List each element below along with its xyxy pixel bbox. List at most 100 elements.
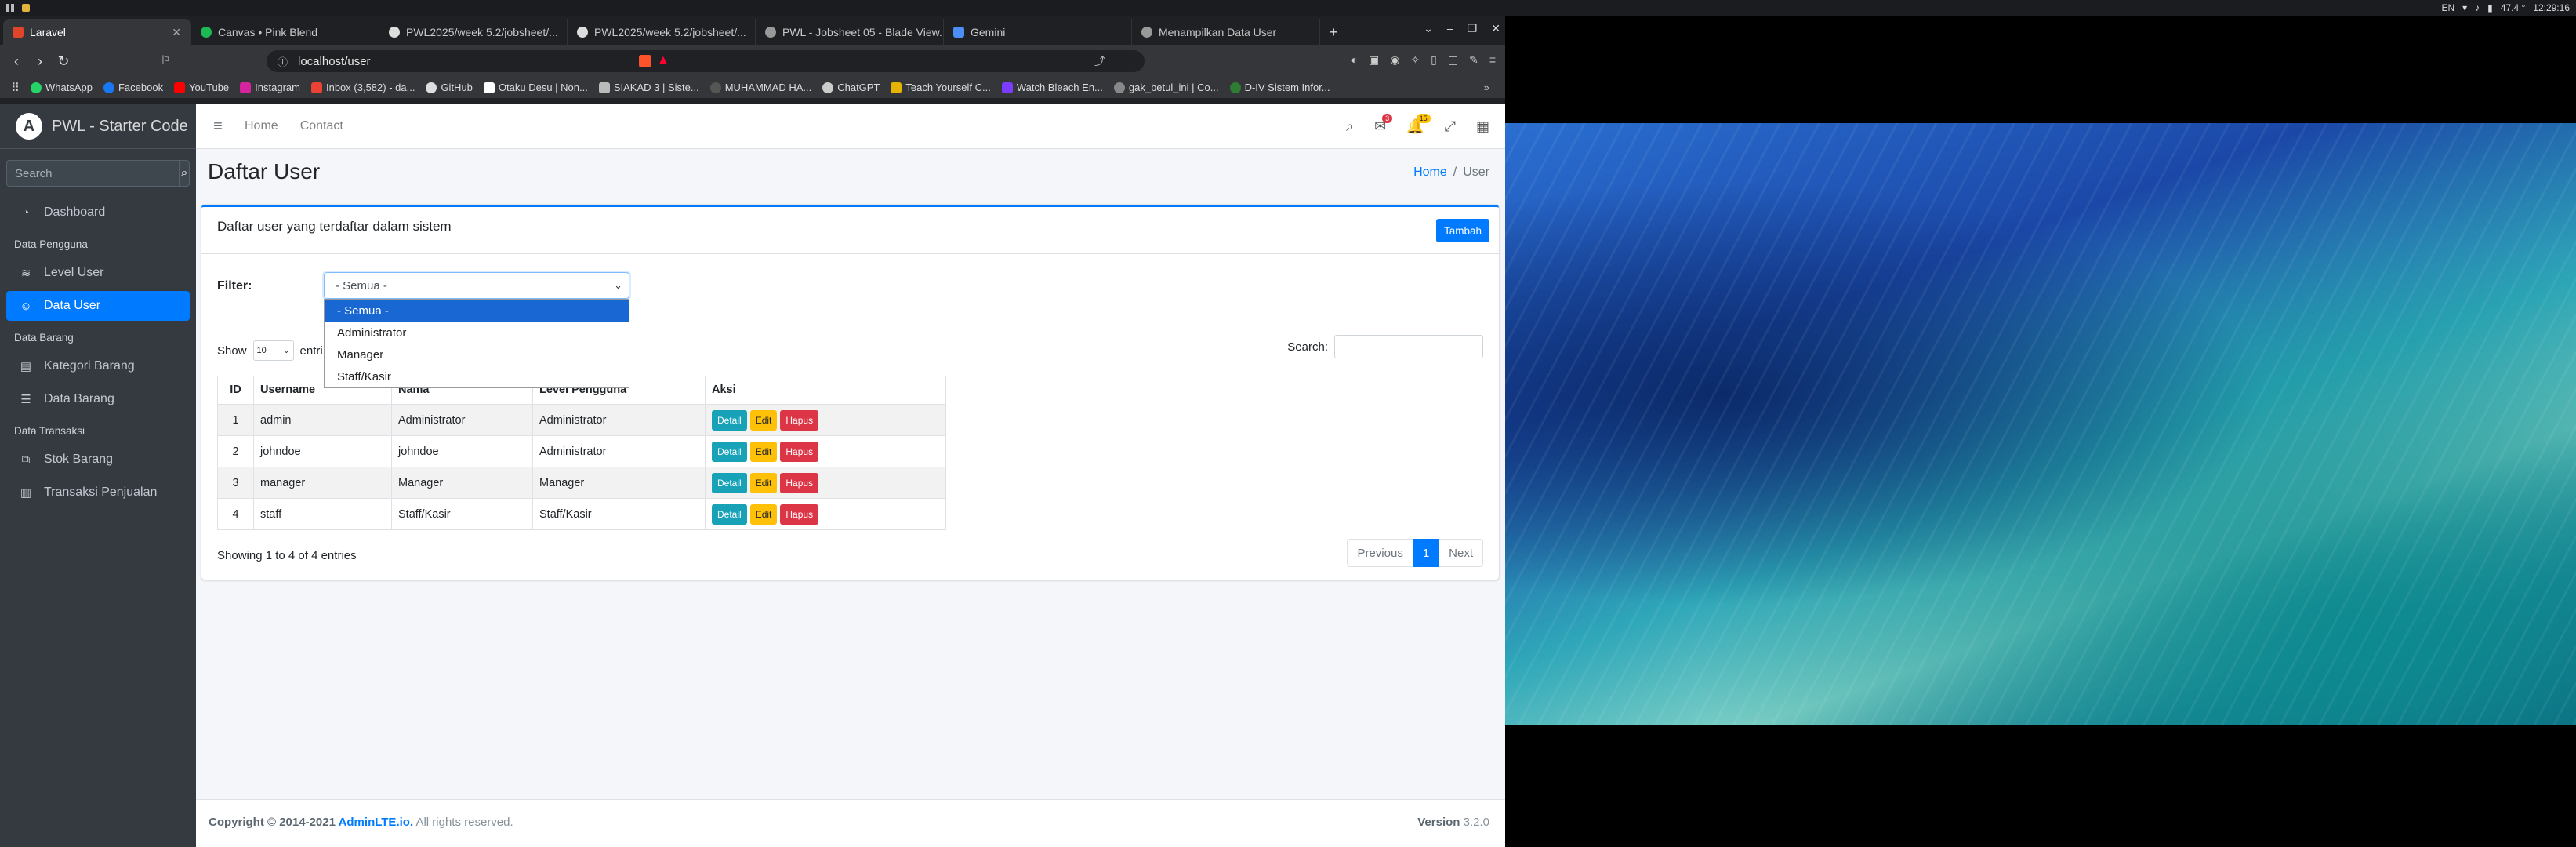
extensions-icon[interactable]: ✎ bbox=[1469, 53, 1478, 67]
apps-icon[interactable]: ⠿ bbox=[11, 81, 20, 95]
search-icon[interactable]: ⌕ bbox=[179, 160, 190, 187]
level-filter-select[interactable]: - Semua - ⌄ bbox=[324, 272, 629, 299]
bookmark-chatgpt[interactable]: ChatGPT bbox=[822, 82, 880, 93]
extension-icon[interactable]: ◐ bbox=[1351, 53, 1357, 67]
url-bar[interactable]: ⓘ localhost/user ⤴ bbox=[267, 50, 1145, 72]
tab-menampilkan[interactable]: Menampilkan Data User bbox=[1132, 19, 1320, 45]
wifi-icon[interactable]: ▾ bbox=[2462, 2, 2467, 13]
brave-shields-icon[interactable] bbox=[639, 55, 651, 67]
tab-laravel[interactable]: Laravel ✕ bbox=[3, 19, 191, 45]
sidebar-item-data-barang[interactable]: ☰ Data Barang bbox=[6, 384, 190, 414]
bookmark-bleach[interactable]: Watch Bleach En... bbox=[1001, 82, 1103, 93]
brave-rewards-icon[interactable]: ▲ bbox=[657, 53, 669, 67]
delete-button[interactable]: Hapus bbox=[780, 441, 819, 462]
filter-option-semua[interactable]: - Semua - bbox=[325, 300, 629, 322]
page-1-button[interactable]: 1 bbox=[1412, 539, 1440, 567]
close-window-icon[interactable]: ✕ bbox=[1491, 22, 1500, 35]
bookmark-inbox[interactable]: Inbox (3,582) - da... bbox=[310, 82, 415, 93]
filter-option-staff[interactable]: Staff/Kasir bbox=[325, 365, 629, 387]
delete-button[interactable]: Hapus bbox=[780, 409, 819, 431]
sidebar-item-level-user[interactable]: ≋ Level User bbox=[6, 258, 190, 288]
sidebar-item-kategori-barang[interactable]: ▤ Kategori Barang bbox=[6, 351, 190, 381]
new-tab-button[interactable]: + bbox=[1320, 19, 1348, 45]
sidebar-item-transaksi-penjualan[interactable]: ▥ Transaksi Penjualan bbox=[6, 478, 190, 507]
share-icon[interactable]: ⤴ bbox=[1094, 53, 1105, 69]
page-icon bbox=[1001, 82, 1013, 93]
extension-icon[interactable]: ✧ bbox=[1410, 53, 1420, 67]
sidebar-item-stok-barang[interactable]: ⧉ Stok Barang bbox=[6, 445, 190, 474]
minimize-icon[interactable]: – bbox=[1447, 22, 1453, 35]
tab-jobsheet[interactable]: PWL - Jobsheet 05 - Blade View... bbox=[756, 19, 944, 45]
more-bookmarks-icon[interactable]: » bbox=[1484, 82, 1489, 93]
battery-icon[interactable]: ▮ bbox=[2487, 2, 2493, 13]
tab-gemini[interactable]: Gemini bbox=[944, 19, 1132, 45]
control-sidebar-icon[interactable]: ▦ bbox=[1476, 118, 1489, 135]
os-top-bar: EN ▾ ♪ ▮ 47.4 ° 12:29:16 bbox=[0, 0, 2576, 16]
table-search-input[interactable] bbox=[1334, 335, 1483, 358]
language-indicator[interactable]: EN bbox=[2441, 2, 2454, 13]
apps-grid-icon[interactable] bbox=[6, 4, 14, 12]
filter-option-administrator[interactable]: Administrator bbox=[325, 322, 629, 344]
close-icon[interactable]: ✕ bbox=[172, 26, 181, 39]
detail-button[interactable]: Detail bbox=[712, 409, 747, 431]
bookmark-facebook[interactable]: Facebook bbox=[103, 82, 163, 93]
sidebar-search-input[interactable] bbox=[6, 160, 179, 187]
menu-icon[interactable]: ≡ bbox=[1489, 53, 1496, 67]
messages-icon[interactable]: ✉ 3 bbox=[1374, 114, 1393, 135]
url-text: localhost/user bbox=[298, 54, 371, 68]
bookmark-otaku[interactable]: Otaku Desu | Non... bbox=[483, 82, 588, 93]
add-user-button[interactable]: Tambah bbox=[1435, 219, 1489, 242]
bookmark-teach[interactable]: Teach Yourself C... bbox=[891, 82, 991, 93]
reload-icon[interactable]: ↻ bbox=[52, 53, 75, 70]
files-icon[interactable] bbox=[22, 4, 30, 12]
delete-button[interactable]: Hapus bbox=[780, 472, 819, 493]
volume-icon[interactable]: ♪ bbox=[2475, 2, 2480, 13]
bookmark-d4[interactable]: D-IV Sistem Infor... bbox=[1229, 82, 1330, 93]
nav-home-link[interactable]: Home bbox=[234, 119, 289, 133]
edit-button[interactable]: Edit bbox=[749, 441, 778, 462]
edit-button[interactable]: Edit bbox=[749, 472, 778, 493]
next-page-button[interactable]: Next bbox=[1439, 539, 1483, 567]
sidebar-item-data-user[interactable]: ☺ Data User bbox=[6, 291, 190, 321]
sidebar-item-label: Data Barang bbox=[44, 392, 114, 405]
page-length-select[interactable]: 10 ⌄ bbox=[252, 340, 294, 361]
bookmark-whatsapp[interactable]: WhatsApp bbox=[31, 82, 93, 93]
edit-button[interactable]: Edit bbox=[749, 409, 778, 431]
edit-button[interactable]: Edit bbox=[749, 503, 778, 525]
fullscreen-icon[interactable]: ⤢ bbox=[1445, 118, 1456, 135]
filter-option-manager[interactable]: Manager bbox=[325, 344, 629, 365]
sidebar-item-dashboard[interactable]: ◔ Dashboard bbox=[6, 198, 190, 227]
bookmark-icon[interactable]: ⚐ bbox=[154, 53, 177, 67]
brand-link[interactable]: A PWL - Starter Code bbox=[0, 104, 196, 149]
detail-button[interactable]: Detail bbox=[712, 441, 747, 462]
wallet-icon[interactable]: ◫ bbox=[1448, 53, 1458, 67]
bookmark-youtube[interactable]: YouTube bbox=[174, 82, 229, 93]
tab-github-1[interactable]: PWL2025/week 5.2/jobsheet/... bbox=[379, 19, 568, 45]
extension-icon[interactable]: ▣ bbox=[1369, 53, 1379, 67]
adminlte-link[interactable]: AdminLTE.io. bbox=[339, 816, 414, 829]
detail-button[interactable]: Detail bbox=[712, 472, 747, 493]
bookmark-instagram[interactable]: Instagram bbox=[240, 82, 300, 93]
sidebar-icon[interactable]: ▯ bbox=[1431, 53, 1437, 67]
bookmark-siakad[interactable]: SIAKAD 3 | Siste... bbox=[598, 82, 699, 93]
previous-page-button[interactable]: Previous bbox=[1347, 539, 1413, 567]
column-header-id[interactable]: ID bbox=[217, 376, 254, 405]
extension-icon[interactable]: ◉ bbox=[1390, 53, 1399, 67]
tab-search-icon[interactable]: ⌄ bbox=[1424, 22, 1433, 35]
maximize-icon[interactable]: ❐ bbox=[1468, 22, 1478, 35]
bookmark-gak-betul[interactable]: gak_betul_ini | Co... bbox=[1113, 82, 1219, 93]
nav-contact-link[interactable]: Contact bbox=[289, 119, 354, 133]
delete-button[interactable]: Hapus bbox=[780, 503, 819, 525]
menu-toggle-icon[interactable]: ≡ bbox=[202, 118, 234, 136]
site-info-icon[interactable]: ⓘ bbox=[278, 54, 288, 69]
breadcrumb-home[interactable]: Home bbox=[1413, 165, 1447, 179]
tab-canvas[interactable]: Canvas • Pink Blend bbox=[191, 19, 379, 45]
back-icon[interactable]: ‹ bbox=[5, 53, 28, 70]
tab-github-2[interactable]: PWL2025/week 5.2/jobsheet/... bbox=[568, 19, 756, 45]
bookmark-github[interactable]: GitHub bbox=[426, 82, 473, 93]
detail-button[interactable]: Detail bbox=[712, 503, 747, 525]
search-icon[interactable]: ⌕ bbox=[1346, 118, 1354, 135]
bookmark-muhammad[interactable]: MUHAMMAD HA... bbox=[709, 82, 811, 93]
forward-icon[interactable]: › bbox=[28, 53, 52, 70]
notifications-icon[interactable]: 🔔 15 bbox=[1406, 114, 1431, 135]
